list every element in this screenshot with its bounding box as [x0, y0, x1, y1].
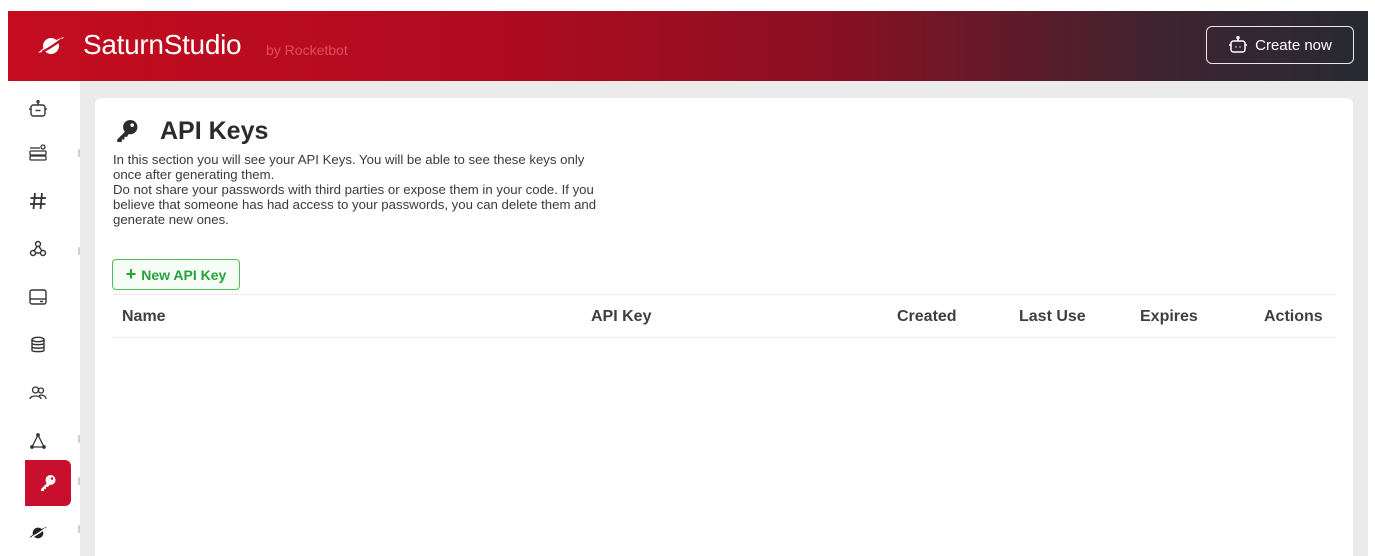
description-line: believe that someone has had access to y…	[113, 197, 597, 212]
sidebar-item-servers[interactable]	[8, 131, 68, 175]
description-line: once after generating them.	[113, 167, 275, 182]
description-line: generate new ones.	[113, 212, 229, 227]
sidebar-item-drives[interactable]	[8, 275, 68, 319]
page-title: API Keys	[160, 117, 269, 145]
page-description: In this section you will see your API Ke…	[113, 152, 733, 227]
column-header-name[interactable]: Name	[122, 295, 166, 339]
server-config-icon	[29, 144, 47, 161]
new-api-key-button[interactable]: + New API Key	[112, 259, 240, 290]
brand-name: SaturnStudio	[83, 29, 242, 60]
column-header-created[interactable]: Created	[897, 295, 957, 339]
hashtag-icon	[30, 192, 46, 210]
column-header-actions[interactable]: Actions	[1264, 295, 1323, 339]
api-keys-table: Name API Key Created Last Use Expires Ac…	[112, 294, 1336, 338]
top-header: SaturnStudio by Rocketbot Create now	[8, 11, 1368, 81]
network-triangle-icon	[30, 433, 46, 449]
sidebar-item-network[interactable]	[8, 419, 68, 463]
sidebar-item-webhooks[interactable]	[8, 227, 68, 271]
description-line: Do not share your passwords with third p…	[113, 182, 594, 197]
webhook-icon	[29, 240, 47, 257]
column-header-last-use[interactable]: Last Use	[1019, 295, 1086, 339]
sidebar-item-users[interactable]	[8, 371, 68, 415]
database-icon	[31, 336, 45, 353]
sidebar-item-database[interactable]	[8, 323, 68, 367]
sidebar-item-api-keys[interactable]	[25, 460, 71, 506]
description-line: In this section you will see your API Ke…	[113, 152, 585, 167]
key-icon	[117, 119, 138, 143]
new-api-key-label: New API Key	[141, 266, 227, 283]
sidebar	[8, 81, 80, 556]
plus-icon: +	[125, 263, 137, 284]
robot-icon	[1229, 35, 1248, 53]
sidebar-item-variables[interactable]	[8, 179, 68, 223]
column-header-api-key[interactable]: API Key	[591, 295, 651, 339]
create-now-label: Create now	[1255, 36, 1332, 54]
sidebar-item-saturn[interactable]	[8, 511, 68, 555]
brand-byline: by Rocketbot	[266, 42, 348, 58]
column-header-expires[interactable]: Expires	[1140, 295, 1198, 339]
storage-drive-icon	[29, 289, 47, 305]
users-group-icon	[29, 386, 47, 400]
saturn-logo-icon	[29, 527, 47, 539]
create-now-button[interactable]: Create now	[1206, 26, 1354, 64]
robot-icon	[29, 99, 47, 117]
saturn-logo-icon[interactable]	[36, 33, 66, 59]
key-icon	[41, 475, 56, 491]
sidebar-item-bots[interactable]	[8, 87, 68, 131]
